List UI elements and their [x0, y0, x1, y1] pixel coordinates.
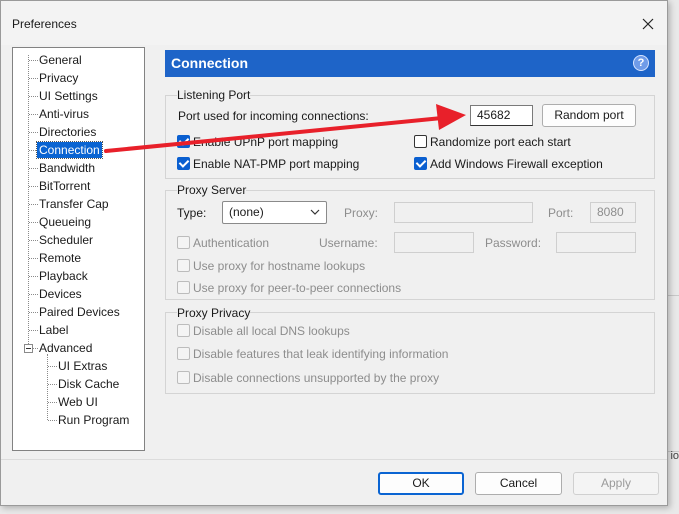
p2p-proxy-label: Use proxy for peer-to-peer connections: [193, 281, 402, 295]
title-bar: Preferences: [1, 1, 667, 45]
help-button[interactable]: ?: [633, 55, 649, 71]
randomize-port-checkbox[interactable]: [414, 135, 427, 148]
upnp-label: Enable UPnP port mapping: [193, 135, 339, 149]
port-label: Port used for incoming connections:: [178, 109, 369, 123]
p2p-proxy-checkbox[interactable]: [177, 281, 190, 294]
tree-item-devices[interactable]: Devices: [39, 286, 82, 302]
password-input[interactable]: [556, 232, 636, 253]
panel-title: Connection: [171, 55, 248, 71]
proxy-server-group-label: Proxy Server: [177, 183, 247, 197]
close-icon: [642, 18, 654, 30]
natpmp-label: Enable NAT-PMP port mapping: [193, 157, 360, 171]
random-port-button[interactable]: Random port: [542, 104, 636, 127]
tree-item-remote[interactable]: Remote: [39, 250, 81, 266]
preferences-tree: General Privacy UI Settings Anti-virus D…: [12, 47, 145, 451]
background-partial-text: io: [670, 450, 679, 462]
tree-item-advanced[interactable]: Advanced: [39, 340, 92, 356]
username-label: Username:: [319, 236, 378, 250]
chevron-down-icon: [310, 209, 320, 215]
tree-item-disk-cache[interactable]: Disk Cache: [58, 376, 119, 392]
tree-item-ui-extras[interactable]: UI Extras: [58, 358, 107, 374]
firewall-label: Add Windows Firewall exception: [430, 157, 603, 171]
advanced-collapse-toggle[interactable]: [24, 344, 33, 353]
leak-features-label: Disable features that leak identifying i…: [193, 347, 449, 361]
firewall-checkbox[interactable]: [414, 157, 427, 170]
help-icon: ?: [637, 57, 645, 69]
port-input[interactable]: 45682: [470, 105, 533, 126]
close-button[interactable]: [637, 13, 659, 35]
authentication-label: Authentication: [193, 236, 270, 250]
leak-features-checkbox[interactable]: [177, 347, 190, 360]
proxy-port-label: Port:: [548, 206, 574, 220]
tree-item-anti-virus[interactable]: Anti-virus: [39, 106, 89, 122]
tree-item-general[interactable]: General: [39, 52, 82, 68]
proxy-type-value: (none): [229, 205, 264, 219]
tree-item-label[interactable]: Label: [39, 322, 68, 338]
dialog-title: Preferences: [12, 17, 77, 31]
tree-item-bittorrent[interactable]: BitTorrent: [39, 178, 90, 194]
ok-button[interactable]: OK: [378, 472, 464, 495]
proxy-host-label: Proxy:: [344, 206, 379, 220]
tree-item-paired-devices[interactable]: Paired Devices: [39, 304, 120, 320]
tree-item-bandwidth[interactable]: Bandwidth: [39, 160, 95, 176]
tree-item-web-ui[interactable]: Web UI: [58, 394, 98, 410]
tree-item-ui-settings[interactable]: UI Settings: [39, 88, 98, 104]
unsupported-connections-label: Disable connections unsupported by the p…: [193, 371, 440, 385]
tree-item-directories[interactable]: Directories: [39, 124, 96, 140]
proxy-privacy-group-label: Proxy Privacy: [177, 306, 251, 320]
username-input[interactable]: [394, 232, 474, 253]
authentication-checkbox[interactable]: [177, 236, 190, 249]
proxy-host-input[interactable]: [394, 202, 533, 223]
panel-header: Connection ?: [165, 50, 655, 77]
tree-item-transfer-cap[interactable]: Transfer Cap: [39, 196, 109, 212]
natpmp-checkbox[interactable]: [177, 157, 190, 170]
tree-item-connection[interactable]: Connection: [36, 141, 103, 159]
tree-item-scheduler[interactable]: Scheduler: [39, 232, 93, 248]
preferences-dialog: Preferences General Privacy UI Settings …: [0, 0, 668, 506]
proxy-port-input[interactable]: 8080: [590, 202, 636, 223]
upnp-checkbox[interactable]: [177, 135, 190, 148]
tree-item-queueing[interactable]: Queueing: [39, 214, 91, 230]
randomize-port-label: Randomize port each start: [430, 135, 571, 149]
tree-item-run-program[interactable]: Run Program: [58, 412, 129, 428]
cancel-button[interactable]: Cancel: [475, 472, 562, 495]
dns-lookups-checkbox[interactable]: [177, 324, 190, 337]
tree-item-privacy[interactable]: Privacy: [39, 70, 78, 86]
listening-port-group-label: Listening Port: [177, 88, 251, 102]
password-label: Password:: [485, 236, 542, 250]
hostname-lookups-checkbox[interactable]: [177, 259, 190, 272]
proxy-type-label: Type:: [177, 206, 207, 220]
tree-item-playback[interactable]: Playback: [39, 268, 88, 284]
dns-lookups-label: Disable all local DNS lookups: [193, 324, 350, 338]
hostname-lookups-label: Use proxy for hostname lookups: [193, 259, 366, 273]
proxy-type-select[interactable]: (none): [222, 201, 327, 224]
unsupported-connections-checkbox[interactable]: [177, 371, 190, 384]
apply-button[interactable]: Apply: [573, 472, 659, 495]
